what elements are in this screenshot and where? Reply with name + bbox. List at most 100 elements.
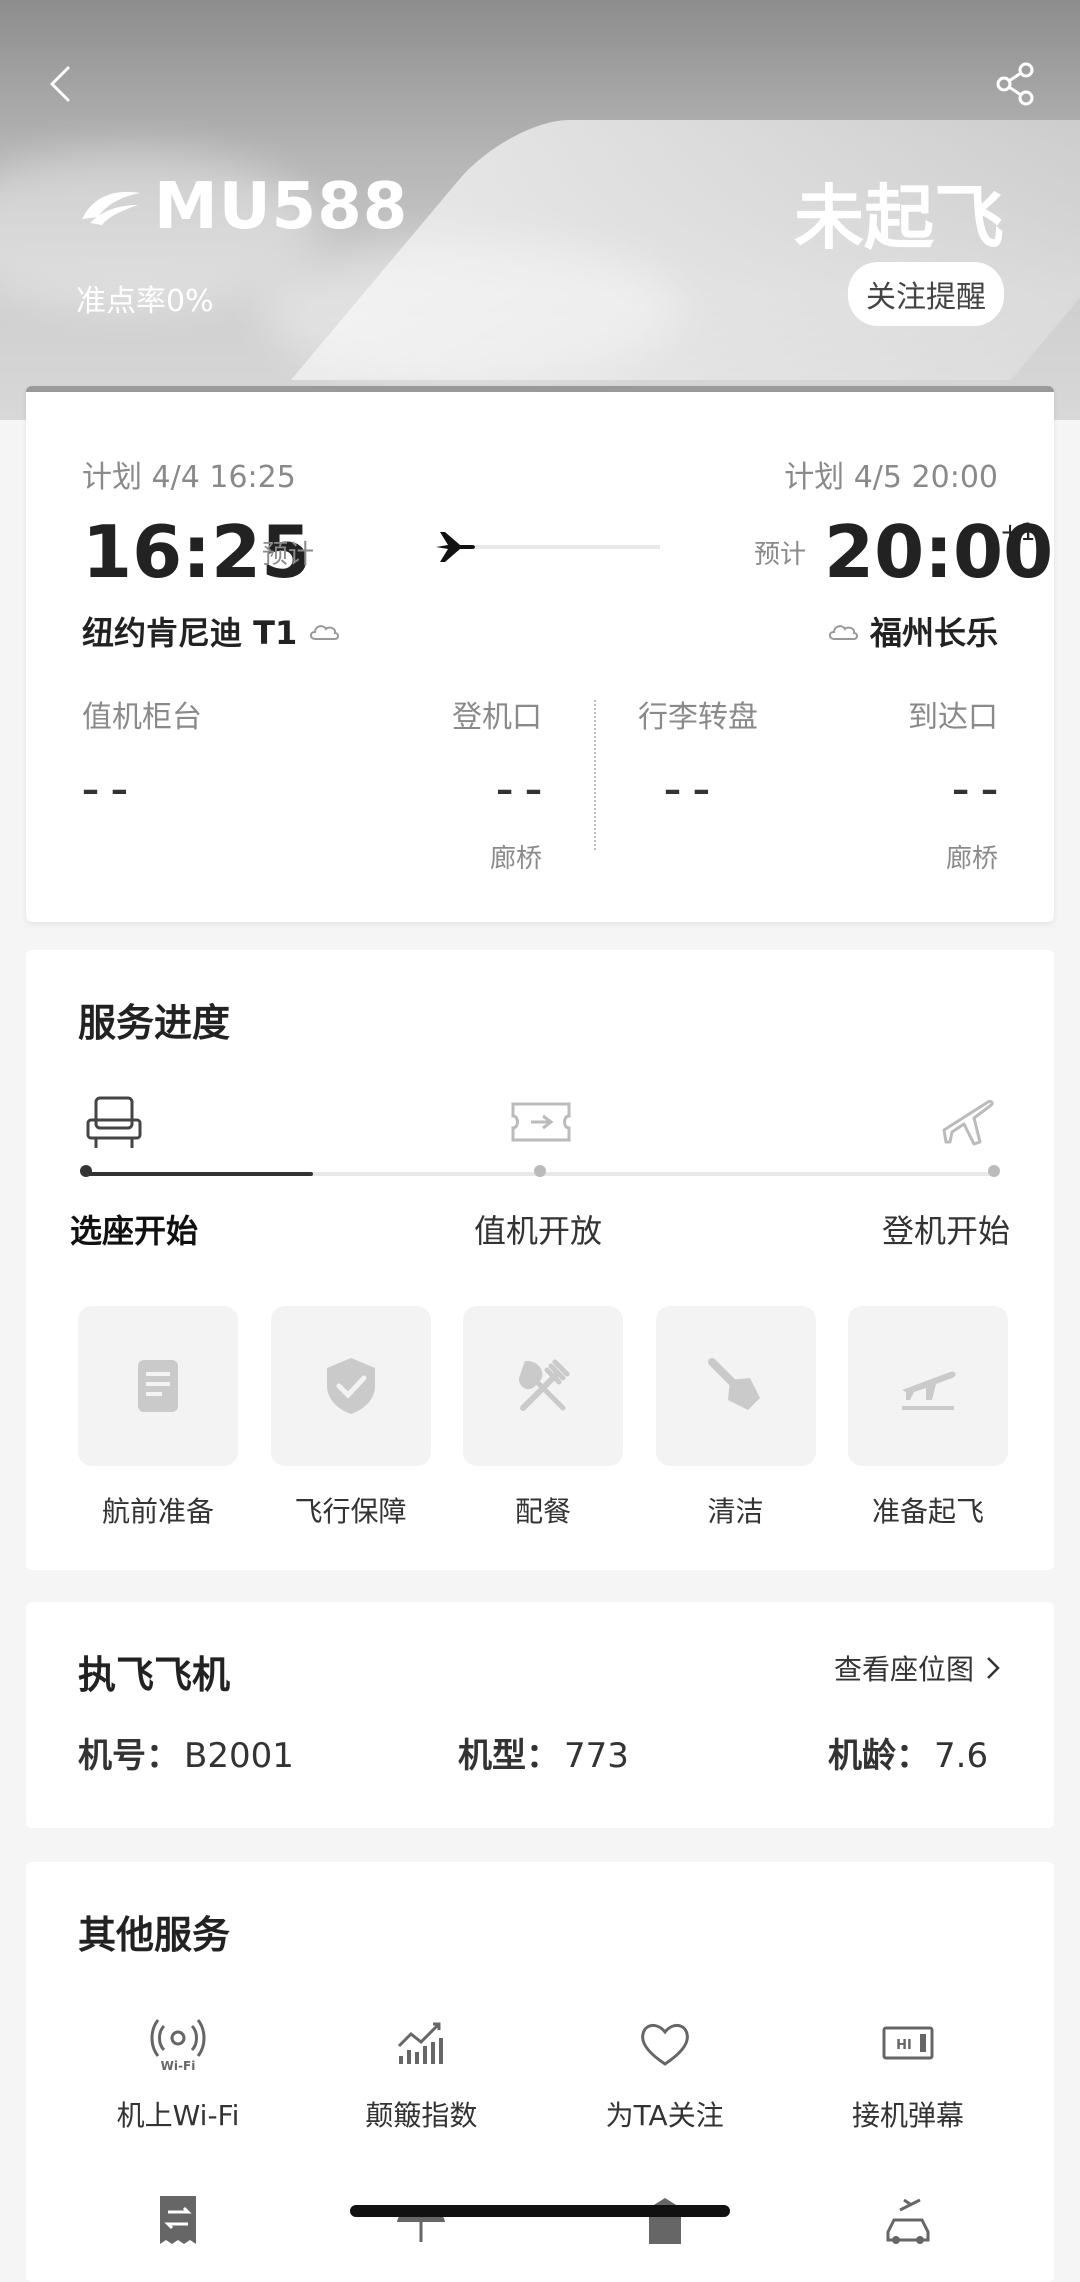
share-icon[interactable] [994,62,1038,106]
service-tile-label: 清洁 [707,1495,764,1528]
aircraft-type: 机型： 773 [458,1728,629,1777]
cloud-icon [828,625,858,640]
boarding-gate-value: – – [496,770,542,810]
shield-check-icon [326,1358,375,1414]
aircraft-card: 执飞飞机 查看座位图 机号： B2001 机型： 773 机龄： 7.6 [26,1602,1054,1828]
arrival-exit-sub: 廊桥 [945,844,998,874]
service-tile-preflight[interactable]: 航前准备 [78,1306,238,1530]
arrival-exit: 到达口 – – 廊桥 [838,692,998,875]
plane-takeoff-icon [942,1100,994,1146]
boarding-gate-sub: 廊桥 [489,844,542,874]
ticket-icon [511,1102,571,1142]
cloud-icon [310,625,340,640]
info-divider [594,700,596,850]
seat-icon [86,1096,142,1148]
departure-icon [902,1371,956,1410]
service-tile-label: 飞行保障 [294,1495,407,1528]
other-services-title: 其他服务 [78,1913,231,1957]
arrival-airport-name: 福州长乐 [869,614,998,652]
airline-logo-icon [82,191,140,225]
next-day-indicator: +1 [1000,518,1036,546]
progress-dot [988,1165,1000,1177]
service-tile-label: 配餐 [514,1495,571,1528]
home-indicator[interactable] [350,2205,730,2217]
arrival-planned: 计划 4/5 20:00 [784,460,998,495]
car-plane-icon [886,2198,930,2244]
chevron-left-icon[interactable] [42,64,82,104]
aircraft-registration-value: B2001 [184,1736,294,1776]
service-tile-flight-support[interactable]: 飞行保障 [270,1306,431,1530]
flight-detail-page: MU588 未起飞 准点率0% 关注提醒 计划 4/4 16:25 计划 4/5… [0,0,1080,2282]
turbulence-chart-icon [398,2022,444,2064]
baggage-carousel-label: 行李转盘 [638,700,758,735]
tile-icon-box [78,1306,238,1466]
service-label: 颠簸指数 [365,2099,478,2132]
service-wifi[interactable]: Wi-Fi 机上Wi-Fi [78,2016,278,2134]
service-tile-ready-takeoff[interactable]: 准备起飞 [848,1306,1008,1530]
aircraft-type-value: 773 [564,1736,629,1776]
receipt-exchange-icon [160,2196,196,2244]
other-services-card: 其他服务 Wi-Fi 机上Wi-Fi 颠簸指数 为TA关注 HI 接机弹幕 [26,1862,1054,2282]
brush-icon [707,1358,760,1410]
baggage-carousel: 行李转盘 – – [638,692,798,810]
boarding-gate: 登机口 – – 廊桥 [382,692,542,875]
pickup-sign-icon: HI [882,2026,934,2060]
svg-text:Wi-Fi: Wi-Fi [161,2059,196,2072]
progress-step-boarding: 登机开始 [881,1212,1010,1250]
service-pickup-sign[interactable]: HI 接机弹幕 [808,2016,1008,2134]
departure-airport-name: 纽约肯尼迪 T1 [82,614,298,652]
departure-airport: 纽约肯尼迪 T1 [82,608,341,654]
service-tile-cleaning[interactable]: 清洁 [655,1306,816,1530]
service-follow-for-others[interactable]: 为TA关注 [565,2016,765,2134]
tile-icon-box [848,1306,1008,1466]
progress-dot [534,1165,546,1177]
heart-icon [640,2024,689,2066]
checkin-counter-label: 值机柜台 [82,700,202,735]
flight-times-card: 计划 4/4 16:25 计划 4/5 20:00 16:25 预计 预计 20… [26,386,1054,922]
airport-info-grid: 值机柜台 – – 登机口 – – 廊桥 行李转盘 – – 到达口 – – 廊桥 [82,692,998,874]
chevron-right-icon [987,1657,1000,1679]
service-hotel[interactable] [565,2192,765,2252]
aircraft-age-label: 机龄： [828,1736,930,1776]
checkin-counter-value: – – [82,770,128,810]
service-progress-title: 服务进度 [78,1001,231,1045]
other-services-row: Wi-Fi 机上Wi-Fi 颠簸指数 为TA关注 HI 接机弹幕 [78,2016,1008,2134]
progress-dot [80,1165,92,1177]
service-car[interactable] [808,2192,1008,2252]
seatmap-link[interactable]: 查看座位图 [834,1648,1002,1688]
service-exchange[interactable] [78,2192,278,2252]
service-umbrella[interactable] [321,2192,521,2252]
fork-knife-icon [519,1359,570,1411]
checkin-counter: 值机柜台 – – [82,692,202,810]
progress-fill [86,1172,313,1176]
tile-icon-box [463,1306,623,1466]
flight-status: 未起飞 [794,177,1004,259]
tile-icon-box [655,1306,816,1466]
progress-step-checkin: 值机开放 [474,1212,603,1250]
aircraft-registration: 机号： B2001 [78,1728,294,1777]
departure-planned: 计划 4/4 16:25 [82,460,296,495]
umbrella-icon [397,2208,446,2242]
arrival-airport: 福州长乐 [826,608,998,654]
building-icon [648,2198,681,2244]
tile-icon-box [270,1306,431,1466]
seatmap-link-label: 查看座位图 [833,1653,974,1686]
boarding-gate-label: 登机口 [452,700,542,735]
wifi-icon: Wi-Fi [150,2019,206,2073]
progress-icons [82,1090,998,1170]
arrival-estimated-label: 预计 [754,540,807,570]
departure-estimated-label: 预计 [262,540,315,570]
service-tile-catering[interactable]: 配餐 [463,1306,623,1530]
service-progress-card: 服务进度 选座开始 值机开放 登机开始 航前准备 飞行保障 配餐 清洁 准备起飞 [26,950,1054,1570]
service-label: 接机弹幕 [851,2099,964,2132]
airplane-icon [436,532,660,562]
other-services-row-2 [78,2192,1008,2252]
ontime-rate: 准点率0% [76,284,214,319]
service-tile-label: 航前准备 [101,1495,214,1528]
service-turbulence[interactable]: 颠簸指数 [321,2016,521,2134]
follow-reminder-button[interactable]: 关注提醒 [848,262,1004,326]
aircraft-age: 机龄： 7.6 [828,1728,988,1777]
service-label: 机上Wi-Fi [116,2099,240,2132]
aircraft-registration-label: 机号： [78,1736,180,1776]
aircraft-age-value: 7.6 [934,1736,989,1776]
